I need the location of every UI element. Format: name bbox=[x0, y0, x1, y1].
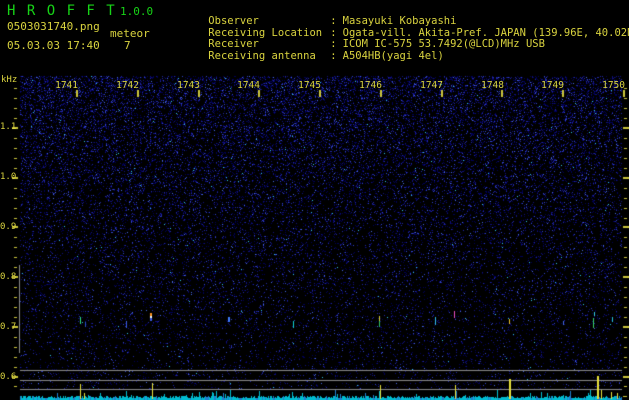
info-separator: : bbox=[330, 50, 337, 62]
time-tick-label: 1747 bbox=[420, 80, 443, 91]
time-tick-label: 1749 bbox=[541, 80, 564, 91]
app-version: 1.0.0 bbox=[120, 5, 154, 18]
app-title: H R O F F T bbox=[7, 3, 117, 19]
freq-tick-label: 0.7 bbox=[0, 322, 17, 332]
time-tick-label: 1750 bbox=[602, 80, 625, 91]
output-filename: 0503031740.png bbox=[7, 20, 100, 33]
info-label: Receiving antenna bbox=[208, 50, 316, 62]
hrofft-output-image: H R O F F T 1.0.0 0503031740.png meteor … bbox=[0, 0, 629, 400]
freq-tick-label: 1.1 bbox=[0, 122, 17, 132]
info-row-antenna: Receiving antenna: A504HB(yagi 4el) bbox=[183, 38, 444, 74]
time-tick-label: 1748 bbox=[481, 80, 504, 91]
datetime-label: 05.03.03 17:40 bbox=[7, 39, 100, 52]
time-tick-label: 1746 bbox=[359, 80, 382, 91]
info-value: A504HB(yagi 4el) bbox=[342, 50, 444, 62]
freq-tick-label: 0.6 bbox=[0, 372, 17, 382]
freq-tick-label: 0.8 bbox=[0, 272, 17, 282]
freq-tick-label: 1.0 bbox=[0, 172, 17, 182]
time-tick-label: 1745 bbox=[298, 80, 321, 91]
time-tick-label: 1741 bbox=[55, 80, 78, 91]
meteor-count: 7 bbox=[124, 39, 131, 52]
time-tick-label: 1742 bbox=[116, 80, 139, 91]
time-tick-label: 1743 bbox=[177, 80, 200, 91]
time-tick-label: 1744 bbox=[237, 80, 260, 91]
freq-axis-unit: kHz bbox=[1, 75, 18, 85]
freq-tick-label: 0.9 bbox=[0, 222, 17, 232]
